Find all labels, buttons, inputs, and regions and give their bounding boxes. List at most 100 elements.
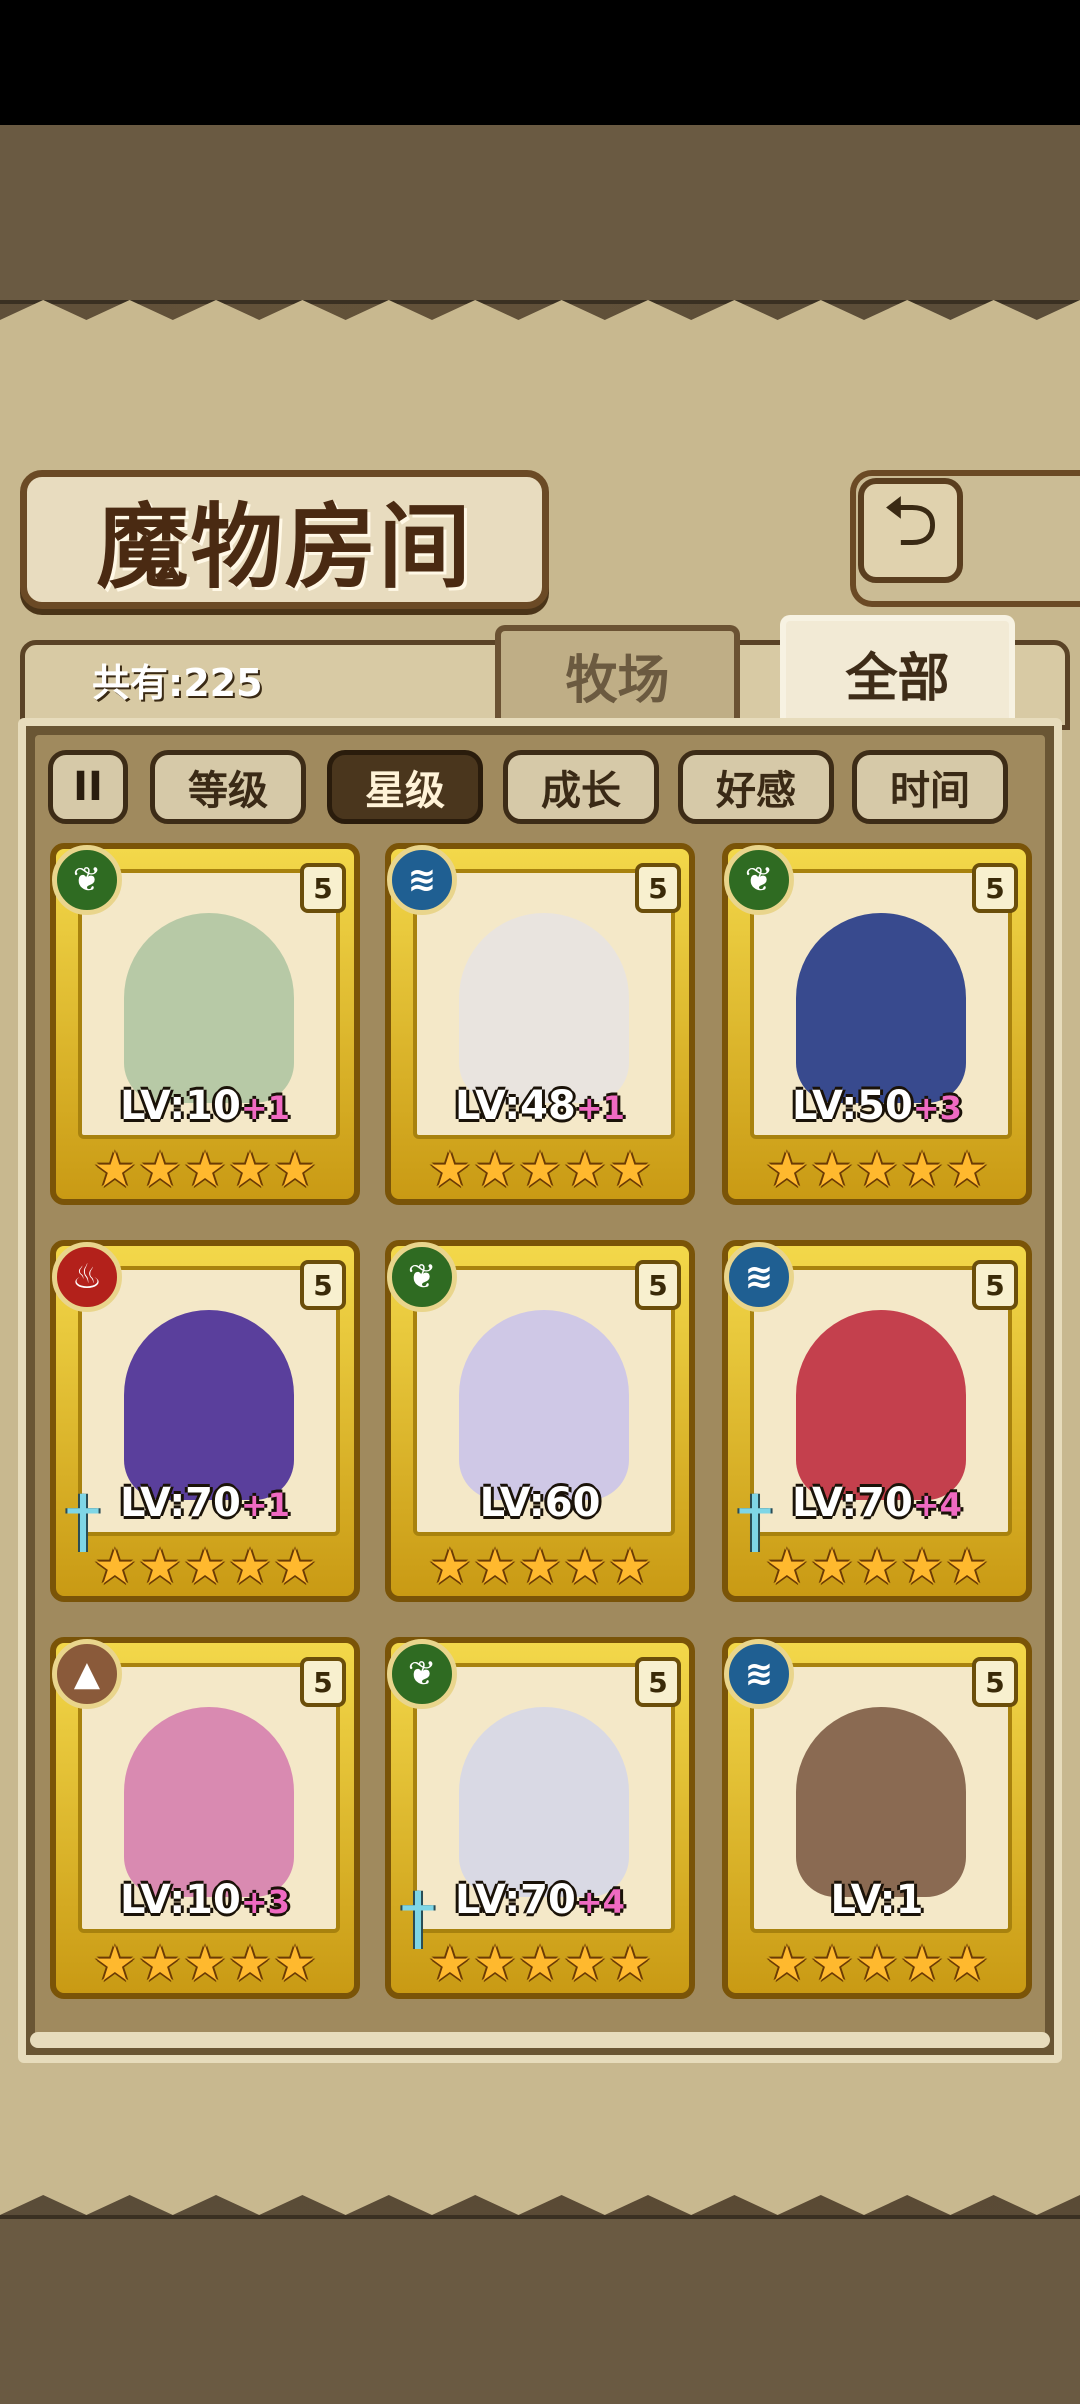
star-icon: ★ [428, 1539, 472, 1595]
level-bonus: +1 [240, 1089, 290, 1127]
level-value: LV:10 [120, 1083, 241, 1129]
monster-figure [124, 913, 294, 1103]
tab-ranch[interactable]: 牧场 [495, 625, 740, 720]
monster-card[interactable]: ❦ 5 LV:60 ★ ★ ★ ★ ★ [385, 1240, 695, 1602]
mountain-icon: ▲ [52, 1639, 122, 1709]
water-icon: ≋ [724, 1639, 794, 1709]
star-icon: ★ [563, 1936, 607, 1992]
star-icon: ★ [945, 1936, 989, 1992]
star-icon: ★ [518, 1936, 562, 1992]
tab-all[interactable]: 全部 [780, 615, 1015, 725]
star-icon: ★ [473, 1936, 517, 1992]
sort-star-button[interactable]: 星级 [327, 750, 483, 824]
monster-card[interactable]: ♨ 5 LV:70+1 † ★ ★ ★ ★ ★ [50, 1240, 360, 1602]
star-icon: ★ [138, 1142, 182, 1198]
star-icon: ★ [273, 1936, 317, 1992]
water-icon: ≋ [387, 845, 457, 915]
level-value: LV:50 [792, 1083, 913, 1129]
sort-time-button[interactable]: 时间 [852, 750, 1008, 824]
monster-card[interactable]: ≋ 5 LV:1 ★ ★ ★ ★ ★ [722, 1637, 1032, 1999]
star-rating: ★ ★ ★ ★ ★ [413, 1542, 667, 1592]
star-rating: ★ ★ ★ ★ ★ [78, 1145, 332, 1195]
star-icon: ★ [765, 1142, 809, 1198]
monster-card[interactable]: ▲ 5 LV:10+3 ★ ★ ★ ★ ★ [50, 1637, 360, 1999]
star-icon: ★ [428, 1936, 472, 1992]
sort-growth-button[interactable]: 成长 [503, 750, 659, 824]
star-icon: ★ [228, 1539, 272, 1595]
star-icon: ★ [765, 1539, 809, 1595]
star-icon: ★ [93, 1142, 137, 1198]
rank-badge: 5 [300, 863, 346, 913]
leaf-icon: ❦ [387, 1242, 457, 1312]
star-icon: ★ [183, 1936, 227, 1992]
rank-badge: 5 [635, 1657, 681, 1707]
star-icon: ★ [900, 1539, 944, 1595]
back-button[interactable]: ⮌ [858, 478, 963, 583]
rank-badge: 5 [635, 1260, 681, 1310]
level-bonus: +1 [575, 1089, 625, 1127]
page-title: 魔物房间 [96, 493, 473, 601]
sort-level-button[interactable]: 等级 [150, 750, 306, 824]
level-label: LV:1 [728, 1877, 1026, 1923]
star-icon: ★ [228, 1142, 272, 1198]
monster-figure [459, 1310, 629, 1500]
map-band-bottom [0, 2215, 1080, 2404]
star-icon: ★ [608, 1936, 652, 1992]
star-icon: ★ [93, 1539, 137, 1595]
star-icon: ★ [138, 1936, 182, 1992]
leaf-icon: ❦ [724, 845, 794, 915]
star-icon: ★ [855, 1142, 899, 1198]
return-arrow-icon: ⮌ [882, 480, 939, 562]
level-bonus: +1 [240, 1486, 290, 1524]
level-value: LV:48 [455, 1083, 576, 1129]
pause-button[interactable]: II [48, 750, 128, 824]
star-icon: ★ [473, 1142, 517, 1198]
level-label: LV:60 [391, 1480, 689, 1526]
rank-badge: 5 [300, 1260, 346, 1310]
monster-card[interactable]: ≋ 5 LV:48+1 ★ ★ ★ ★ ★ [385, 843, 695, 1205]
total-count: 共有:225 [92, 661, 263, 705]
star-icon: ★ [473, 1539, 517, 1595]
monster-card[interactable]: ❦ 5 LV:50+3 ★ ★ ★ ★ ★ [722, 843, 1032, 1205]
star-icon: ★ [518, 1539, 562, 1595]
level-bonus: +4 [575, 1883, 625, 1921]
level-label: LV:10+3 [56, 1877, 354, 1923]
star-icon: ★ [183, 1142, 227, 1198]
star-rating: ★ ★ ★ ★ ★ [750, 1939, 1004, 1989]
monster-figure [796, 1310, 966, 1500]
leaf-icon: ❦ [52, 845, 122, 915]
level-value: LV:70 [792, 1480, 913, 1526]
star-icon: ★ [855, 1539, 899, 1595]
level-value: LV:60 [479, 1480, 601, 1526]
star-rating: ★ ★ ★ ★ ★ [413, 1939, 667, 1989]
star-icon: ★ [900, 1936, 944, 1992]
level-value: LV:10 [120, 1877, 241, 1923]
rank-badge: 5 [972, 863, 1018, 913]
level-bonus: +3 [912, 1089, 962, 1127]
star-icon: ★ [810, 1142, 854, 1198]
level-bonus: +3 [240, 1883, 290, 1921]
monster-card[interactable]: ❦ 5 LV:10+1 ★ ★ ★ ★ ★ [50, 843, 360, 1205]
level-value: LV:1 [830, 1877, 924, 1923]
star-icon: ★ [563, 1539, 607, 1595]
level-bonus: +4 [912, 1486, 962, 1524]
star-icon: ★ [563, 1142, 607, 1198]
monster-card[interactable]: ❦ 5 LV:70+4 † ★ ★ ★ ★ ★ [385, 1637, 695, 1999]
star-icon: ★ [228, 1936, 272, 1992]
pause-icon: II [73, 764, 103, 810]
monster-figure [796, 913, 966, 1103]
star-icon: ★ [855, 1936, 899, 1992]
water-icon: ≋ [724, 1242, 794, 1312]
star-icon: ★ [608, 1142, 652, 1198]
level-value: LV:70 [455, 1877, 576, 1923]
star-icon: ★ [273, 1539, 317, 1595]
fire-icon: ♨ [52, 1242, 122, 1312]
monster-figure [459, 913, 629, 1103]
star-rating: ★ ★ ★ ★ ★ [750, 1145, 1004, 1195]
rank-badge: 5 [972, 1657, 1018, 1707]
rank-badge: 5 [300, 1657, 346, 1707]
monster-card[interactable]: ≋ 5 LV:70+4 † ★ ★ ★ ★ ★ [722, 1240, 1032, 1602]
star-icon: ★ [138, 1539, 182, 1595]
monster-figure [124, 1310, 294, 1500]
sort-affection-button[interactable]: 好感 [678, 750, 834, 824]
